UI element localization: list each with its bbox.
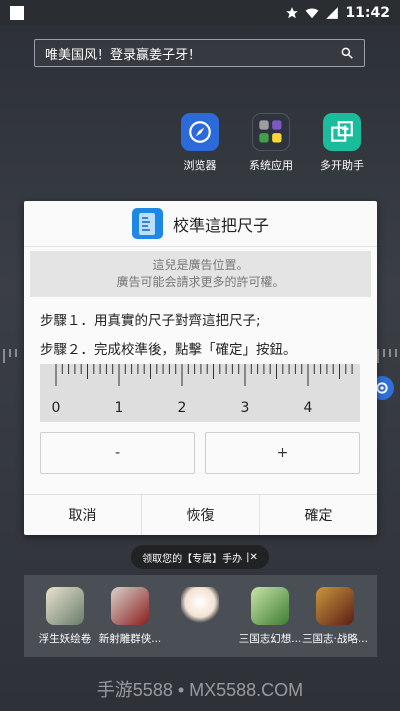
confirm-button[interactable]: 確定	[259, 495, 377, 535]
step-1: 步驟１．用真實的尺子對齊這把尺子;	[40, 313, 261, 329]
ruler-label: 1	[115, 400, 124, 416]
ruler-label: 4	[304, 400, 313, 416]
app-label: 浏览器	[183, 159, 217, 172]
search-text: 唯美国风！登录赢姜子牙！	[45, 47, 202, 63]
wifi-icon	[306, 8, 319, 19]
app-multi-open[interactable]: 多开助手	[307, 113, 377, 173]
dialog-actions: 取消 恢復 確定	[24, 494, 377, 535]
app-label: 多开助手	[320, 159, 364, 172]
figure-mascot-icon	[181, 587, 219, 625]
app-browser[interactable]: 浏览器	[165, 113, 235, 173]
step-2: 步驟２．完成校準後，點擊「確定」按鈕。	[40, 342, 297, 358]
game-icon	[316, 587, 354, 625]
decrease-button[interactable]: -	[40, 432, 195, 474]
notification-square-icon	[10, 6, 24, 20]
promo-tooltip[interactable]: 领取您的【专属】手办 |✕	[131, 545, 269, 569]
game-icon	[251, 587, 289, 625]
game-icon	[111, 587, 149, 625]
dock-label: 新射雕群侠...	[98, 633, 162, 645]
folder-icon	[252, 113, 290, 151]
close-icon[interactable]: |✕	[246, 552, 258, 563]
ruler-label: 0	[52, 400, 61, 416]
dock-label: 三国志·战略...	[302, 633, 368, 645]
dock-app-2[interactable]: 新射雕群侠...	[95, 587, 165, 646]
compass-icon	[181, 113, 219, 151]
app-label: 系统应用	[249, 159, 293, 172]
dialog-title: 校準這把尺子	[172, 215, 269, 235]
ad-line1: 這兒是廣告位置。	[152, 258, 249, 272]
increase-button[interactable]: +	[205, 432, 360, 474]
game-icon	[46, 587, 84, 625]
search-icon[interactable]	[340, 46, 354, 60]
dock-app-1[interactable]: 浮生妖绘卷	[30, 587, 100, 646]
dock-app-4[interactable]: 三国志幻想...	[235, 587, 305, 646]
ruler-label: 2	[178, 400, 187, 416]
tooltip-text: 领取您的【专属】手办	[142, 553, 243, 565]
watermark: 手游5588 • MX5588.COM	[96, 680, 304, 700]
cancel-button[interactable]: 取消	[24, 495, 141, 535]
restore-button[interactable]: 恢復	[141, 495, 259, 535]
dock-label: 浮生妖绘卷	[38, 633, 92, 645]
calibration-ruler[interactable]: 0 1 2 3 4	[40, 364, 360, 422]
search-bar[interactable]: 唯美国风！登录赢姜子牙！	[34, 39, 365, 67]
ad-line2: 廣告可能会請求更多的許可權。	[116, 275, 285, 289]
ruler-app-icon	[131, 208, 163, 239]
status-bar: 11:42	[0, 0, 400, 26]
ad-placeholder[interactable]: 這兒是廣告位置。 廣告可能会請求更多的許可權。	[30, 251, 371, 297]
dock-app-figure[interactable]	[165, 587, 235, 631]
ruler-label: 3	[241, 400, 250, 416]
adjust-buttons: - +	[40, 432, 360, 474]
calibration-dialog: 校準這把尺子 這兒是廣告位置。 廣告可能会請求更多的許可權。 步驟１．用真實的尺…	[24, 201, 377, 535]
instructions: 步驟１．用真實的尺子對齊這把尺子; 步驟２．完成校準後，點擊「確定」按鈕。	[24, 297, 377, 365]
signal-icon	[326, 7, 339, 19]
dialog-header: 校準這把尺子	[24, 201, 377, 247]
dock-label: 三国志幻想...	[238, 633, 302, 645]
app-dock: 浮生妖绘卷 新射雕群侠... 三国志幻想... 三国志·战略...	[24, 575, 377, 657]
star-icon	[286, 7, 299, 19]
multi-open-icon	[323, 113, 361, 151]
app-system-apps[interactable]: 系统应用	[236, 113, 306, 173]
dock-app-5[interactable]: 三国志·战略...	[300, 587, 370, 646]
clock: 11:42	[345, 5, 390, 21]
